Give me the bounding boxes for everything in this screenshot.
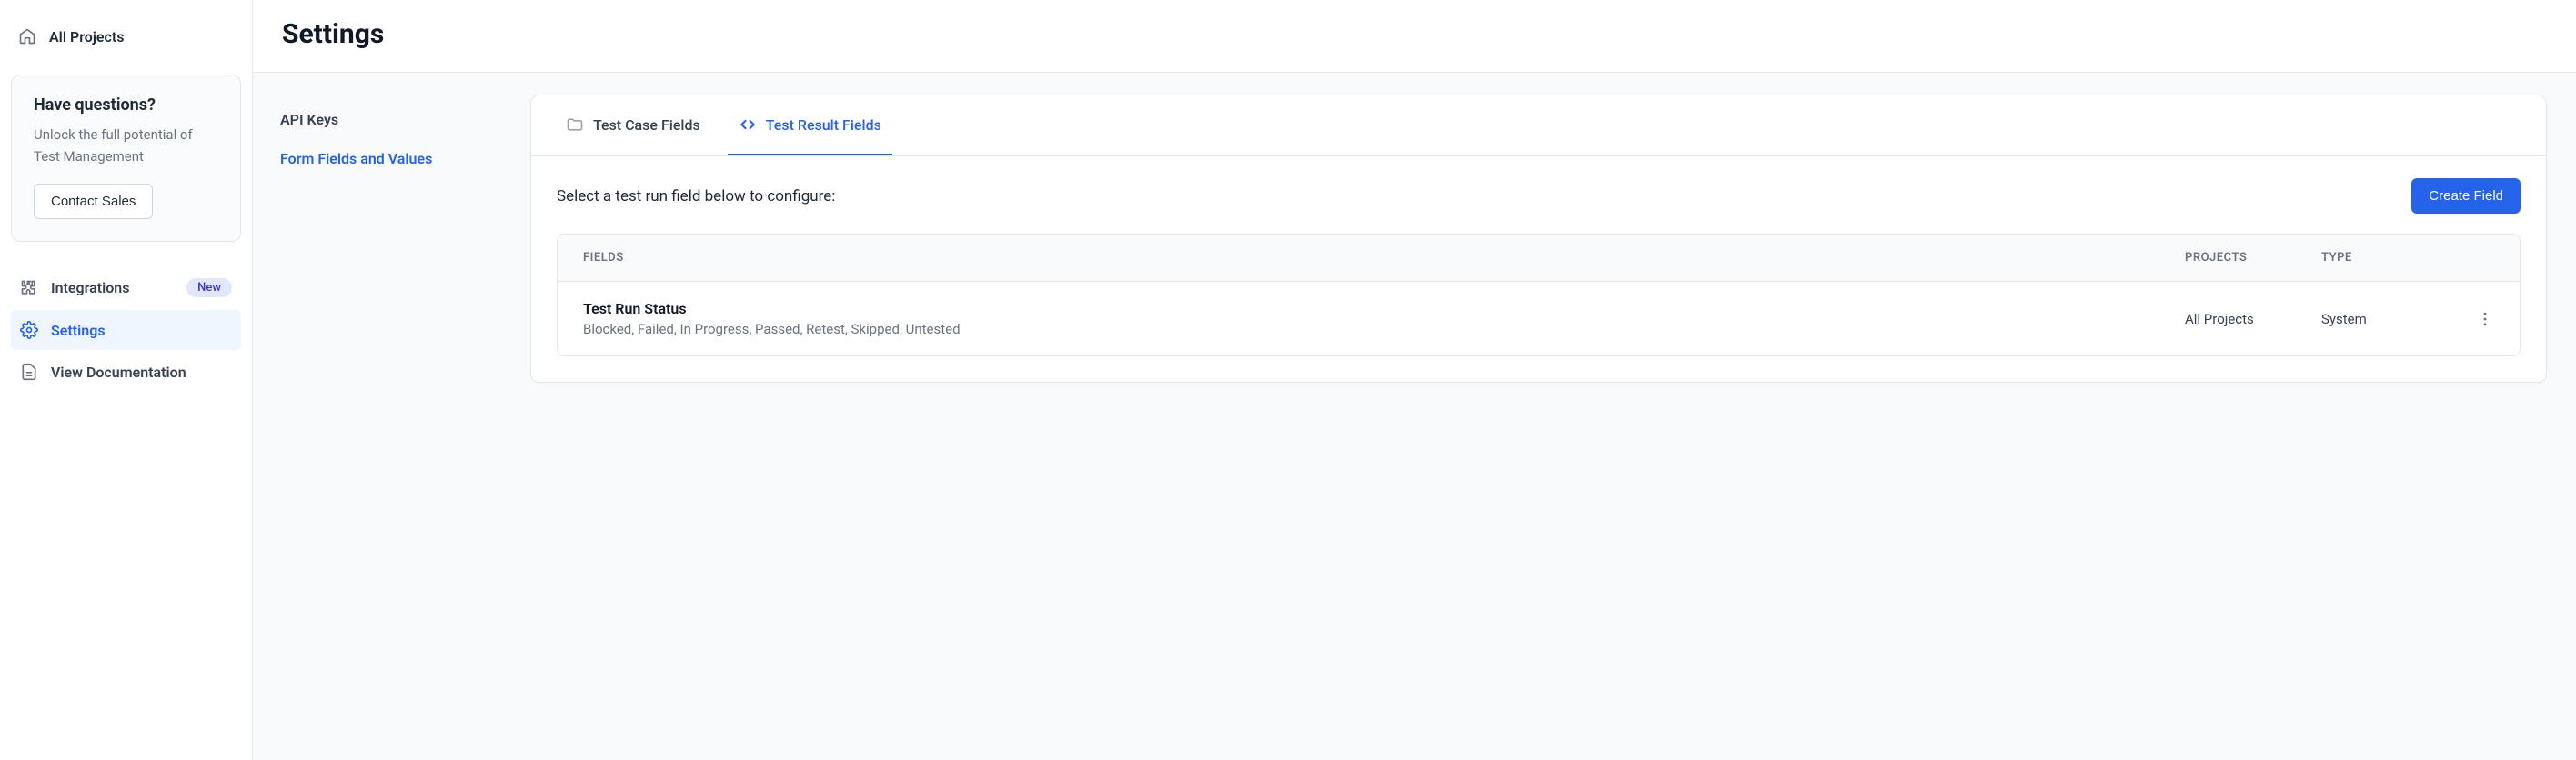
create-field-button[interactable]: Create Field: [2411, 178, 2521, 214]
sidebar-nav: Integrations New Settings: [11, 267, 241, 392]
gear-icon: [20, 321, 38, 339]
tab-label: Test Result Fields: [766, 116, 881, 134]
col-header-projects: PROJECTS: [2185, 251, 2321, 265]
subnav-api-keys[interactable]: API Keys: [262, 100, 521, 139]
tab-test-case-fields[interactable]: Test Case Fields: [555, 95, 711, 155]
panel-header-row: Select a test run field below to configu…: [557, 178, 2521, 214]
home-icon: [18, 27, 36, 45]
row-actions-menu[interactable]: [2449, 310, 2494, 328]
col-header-actions: [2449, 251, 2494, 265]
col-header-type: TYPE: [2321, 251, 2449, 265]
subnav-form-fields[interactable]: Form Fields and Values: [262, 139, 521, 178]
sidebar-item-label: View Documentation: [51, 364, 186, 381]
tab-test-result-fields[interactable]: Test Result Fields: [728, 95, 892, 155]
sidebar-item-docs[interactable]: View Documentation: [11, 352, 241, 392]
settings-subnav: API Keys Form Fields and Values: [253, 73, 530, 760]
code-icon: [739, 115, 757, 134]
page-title: Settings: [282, 18, 2547, 50]
promo-card: Have questions? Unlock the full potentia…: [11, 75, 241, 242]
tab-label: Test Case Fields: [593, 116, 700, 134]
sidebar-item-integrations[interactable]: Integrations New: [11, 267, 241, 308]
sidebar-item-label: Settings: [51, 322, 106, 339]
folder-icon: [566, 115, 584, 134]
row-projects: All Projects: [2185, 311, 2321, 327]
tabs: Test Case Fields Test Result Fields: [531, 95, 2546, 156]
main-content: Settings API Keys Form Fields and Values: [253, 0, 2576, 760]
puzzle-icon: [20, 279, 38, 297]
fields-table: FIELDS PROJECTS TYPE Test Run Status Blo…: [557, 234, 2521, 356]
promo-text: Unlock the full potential of Test Manage…: [34, 124, 218, 167]
content-area: API Keys Form Fields and Values Test Cas…: [253, 73, 2576, 760]
row-field-cell: Test Run Status Blocked, Failed, In Prog…: [583, 300, 2185, 337]
sidebar: All Projects Have questions? Unlock the …: [0, 0, 253, 760]
contact-sales-button[interactable]: Contact Sales: [34, 184, 153, 219]
sidebar-item-label: Integrations: [51, 279, 129, 296]
sidebar-item-settings[interactable]: Settings: [11, 310, 241, 350]
all-projects-link[interactable]: All Projects: [11, 18, 241, 55]
table-header: FIELDS PROJECTS TYPE: [558, 235, 2520, 282]
promo-title: Have questions?: [34, 95, 218, 115]
col-header-fields: FIELDS: [583, 251, 2185, 265]
fields-card: Test Case Fields Test Result Fields: [530, 95, 2547, 383]
page-header: Settings: [253, 0, 2576, 73]
document-icon: [20, 363, 38, 381]
row-title: Test Run Status: [583, 300, 2185, 317]
panel-instruction: Select a test run field below to configu…: [557, 187, 835, 205]
row-type: System: [2321, 311, 2449, 327]
kebab-icon: [2476, 310, 2494, 328]
panel-body: Select a test run field below to configu…: [531, 156, 2546, 382]
all-projects-label: All Projects: [49, 28, 124, 45]
content-panel: Test Case Fields Test Result Fields: [530, 73, 2576, 760]
new-badge: New: [186, 278, 232, 297]
row-subtitle: Blocked, Failed, In Progress, Passed, Re…: [583, 321, 2185, 337]
table-row[interactable]: Test Run Status Blocked, Failed, In Prog…: [558, 282, 2520, 355]
